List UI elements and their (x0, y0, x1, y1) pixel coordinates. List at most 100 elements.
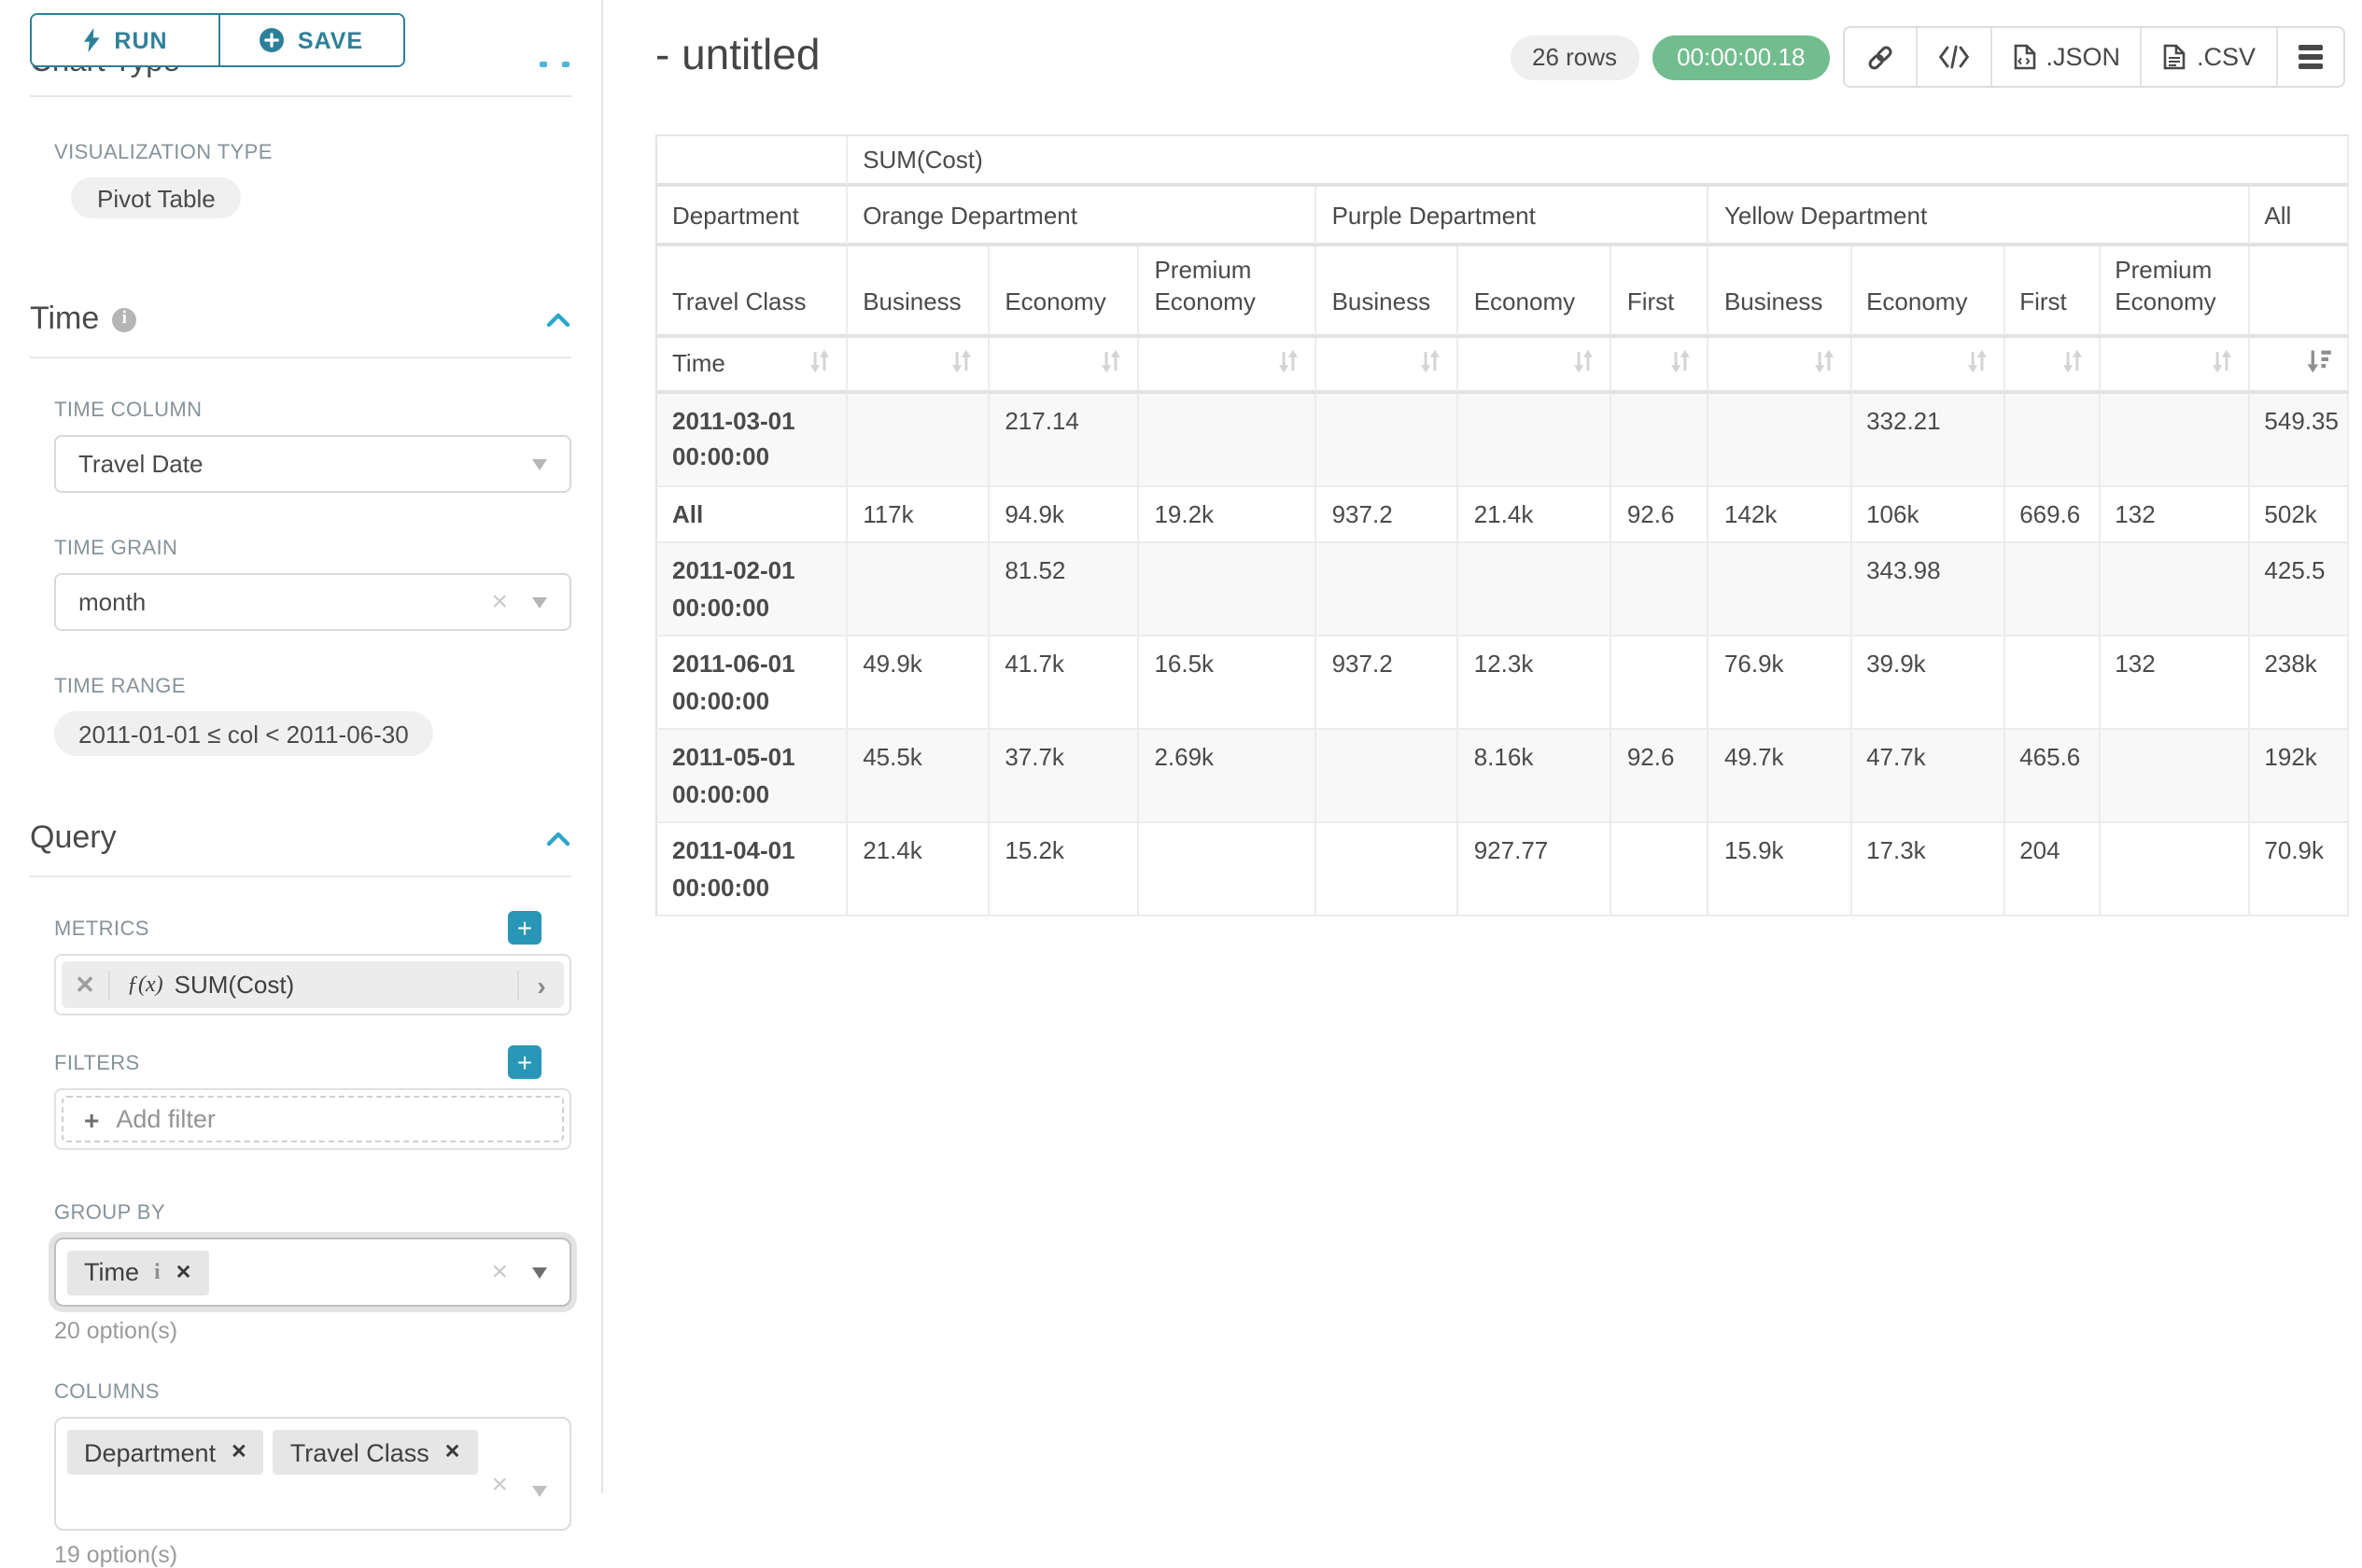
pivot-value-cell: 94.9k (990, 487, 1139, 544)
pivot-value-cell: 142k (1709, 487, 1851, 544)
travel-class-header: Premium Economy (2100, 246, 2249, 338)
selected-option-tag[interactable]: Timei✕ (67, 1250, 208, 1295)
save-button[interactable]: SAVE (220, 15, 403, 65)
pivot-data-row: All117k94.9k19.2k937.221.4k92.6142k106k6… (655, 487, 2349, 544)
pivot-value-cell: 76.9k (1709, 637, 1851, 731)
travel-class-row-label: Travel Class (655, 246, 848, 338)
pivot-value-cell (2100, 731, 2249, 824)
chevron-down-icon (532, 458, 547, 469)
chevron-down-icon (532, 596, 547, 608)
pivot-value-cell: 204 (2004, 824, 2100, 917)
department-group-header: Orange Department (848, 187, 1316, 246)
pivot-value-cell: 15.9k (1709, 824, 1851, 917)
pivot-value-cell: 132 (2100, 487, 2249, 544)
export-csv-button[interactable]: .CSV (2141, 28, 2276, 86)
chevron-up-icon[interactable] (545, 311, 571, 328)
selected-option-tag[interactable]: Department✕ (67, 1430, 264, 1475)
sort-icon (2060, 349, 2083, 373)
pivot-table: SUM(Cost)DepartmentOrange DepartmentPurp… (655, 134, 2349, 917)
chart-title[interactable]: - untitled (655, 30, 820, 80)
add-filter-button[interactable]: + Add filter (62, 1096, 564, 1142)
time-grain-value: month (78, 588, 146, 616)
time-column-select[interactable]: Travel Date (54, 435, 571, 493)
pivot-value-cell (1459, 544, 1612, 637)
metric-chip[interactable]: ✕ ƒ(x) SUM(Cost) › (62, 961, 564, 1008)
query-section-title: Query (30, 819, 117, 857)
pivot-value-cell: 8.16k (1459, 731, 1612, 824)
pivot-value-cell (848, 394, 990, 487)
pivot-value-cell: 332.21 (1851, 394, 2004, 487)
pivot-data-row: 2011-05-01 00:00:0045.5k37.7k2.69k8.16k9… (655, 731, 2349, 824)
share-link-button[interactable] (1844, 28, 1915, 86)
pivot-value-cell: 12.3k (1459, 637, 1612, 731)
row-header-cell: 2011-04-01 00:00:00 (655, 824, 848, 917)
row-header-cell: 2011-03-01 00:00:00 (655, 394, 848, 487)
pivot-value-cell: 465.6 (2004, 731, 2100, 824)
pivot-value-cell: 937.2 (1317, 487, 1459, 544)
add-metric-button[interactable]: + (508, 911, 541, 945)
remove-tag-icon[interactable]: ✕ (444, 1441, 461, 1463)
pivot-corner-cell (655, 134, 848, 187)
pivot-table-container: SUM(Cost)DepartmentOrange DepartmentPurp… (655, 134, 2349, 917)
travel-class-header: Economy (1851, 246, 2004, 338)
pivot-value-cell: 117k (848, 487, 990, 544)
department-group-header: Purple Department (1317, 187, 1709, 246)
chevron-up-icon[interactable] (545, 830, 571, 847)
travel-class-header: First (1612, 246, 1709, 338)
remove-tag-icon[interactable]: ✕ (231, 1441, 247, 1463)
travel-class-header (2249, 246, 2349, 338)
time-range-value[interactable]: 2011-01-01 ≤ col < 2011-06-30 (54, 711, 433, 756)
pivot-data-row: 2011-03-01 00:00:00217.14332.21549.35 (655, 394, 2349, 487)
remove-tag-icon[interactable]: ✕ (176, 1261, 192, 1283)
pivot-value-cell (1317, 544, 1459, 637)
panel-resize-handle[interactable] (540, 62, 569, 67)
remove-metric-icon[interactable]: ✕ (62, 970, 110, 1000)
group-by-select[interactable]: Timei✕ × (54, 1238, 571, 1307)
view-query-button[interactable] (1915, 28, 1989, 86)
clear-icon[interactable]: × (491, 1469, 508, 1503)
info-icon: i (112, 307, 136, 331)
sortable-column-header (1612, 338, 1709, 394)
sortable-column-header (2004, 338, 2100, 394)
save-button-label: SAVE (298, 27, 363, 53)
sortable-column-header (848, 338, 990, 394)
pivot-value-cell (1612, 544, 1709, 637)
add-filter-plus-button[interactable]: + (508, 1045, 541, 1079)
row-header-cell: 2011-02-01 00:00:00 (655, 544, 848, 637)
menu-button[interactable] (2276, 28, 2343, 86)
pivot-value-cell (1139, 824, 1316, 917)
travel-class-header: Economy (990, 246, 1139, 338)
pivot-value-cell: 81.52 (990, 544, 1139, 637)
sortable-column-header (1459, 338, 1612, 394)
travel-class-header: Business (1709, 246, 1851, 338)
row-header-cell: 2011-06-01 00:00:00 (655, 637, 848, 731)
time-grain-select[interactable]: month × (54, 573, 571, 631)
columns-label: COLUMNS (54, 1381, 601, 1404)
export-json-button[interactable]: .JSON (1989, 28, 2141, 86)
pivot-value-cell: 15.2k (990, 824, 1139, 917)
control-panel-sidebar: Chart Type RUN SAVE VISUALIZATION TYPE P… (0, 0, 601, 1493)
visualization-type-value[interactable]: Pivot Table (71, 177, 242, 218)
columns-select[interactable]: Department✕Travel Class✕ × (54, 1417, 571, 1531)
superset-explore: Chart Type RUN SAVE VISUALIZATION TYPE P… (0, 0, 2362, 1493)
run-button[interactable]: RUN (32, 15, 220, 65)
clear-icon[interactable]: × (491, 585, 508, 619)
selected-option-tag[interactable]: Travel Class✕ (274, 1430, 478, 1475)
link-icon (1864, 42, 1894, 72)
pivot-value-cell: 343.98 (1851, 544, 2004, 637)
pivot-value-cell: 132 (2100, 637, 2249, 731)
clear-icon[interactable]: × (491, 1255, 508, 1289)
pivot-value-cell (1612, 394, 1709, 487)
pivot-value-cell (848, 544, 990, 637)
pivot-value-cell: 19.2k (1139, 487, 1316, 544)
pivot-value-cell (1709, 394, 1851, 487)
chevron-down-icon (532, 1267, 547, 1278)
pivot-value-cell: 2.69k (1139, 731, 1316, 824)
pivot-value-cell (1612, 824, 1709, 917)
sortable-column-header (1139, 338, 1316, 394)
pivot-value-cell (1612, 637, 1709, 731)
chevron-right-icon[interactable]: › (517, 970, 564, 1000)
department-group-header: Yellow Department (1709, 187, 2249, 246)
pivot-value-cell (1317, 824, 1459, 917)
sort-icon (1670, 349, 1693, 373)
